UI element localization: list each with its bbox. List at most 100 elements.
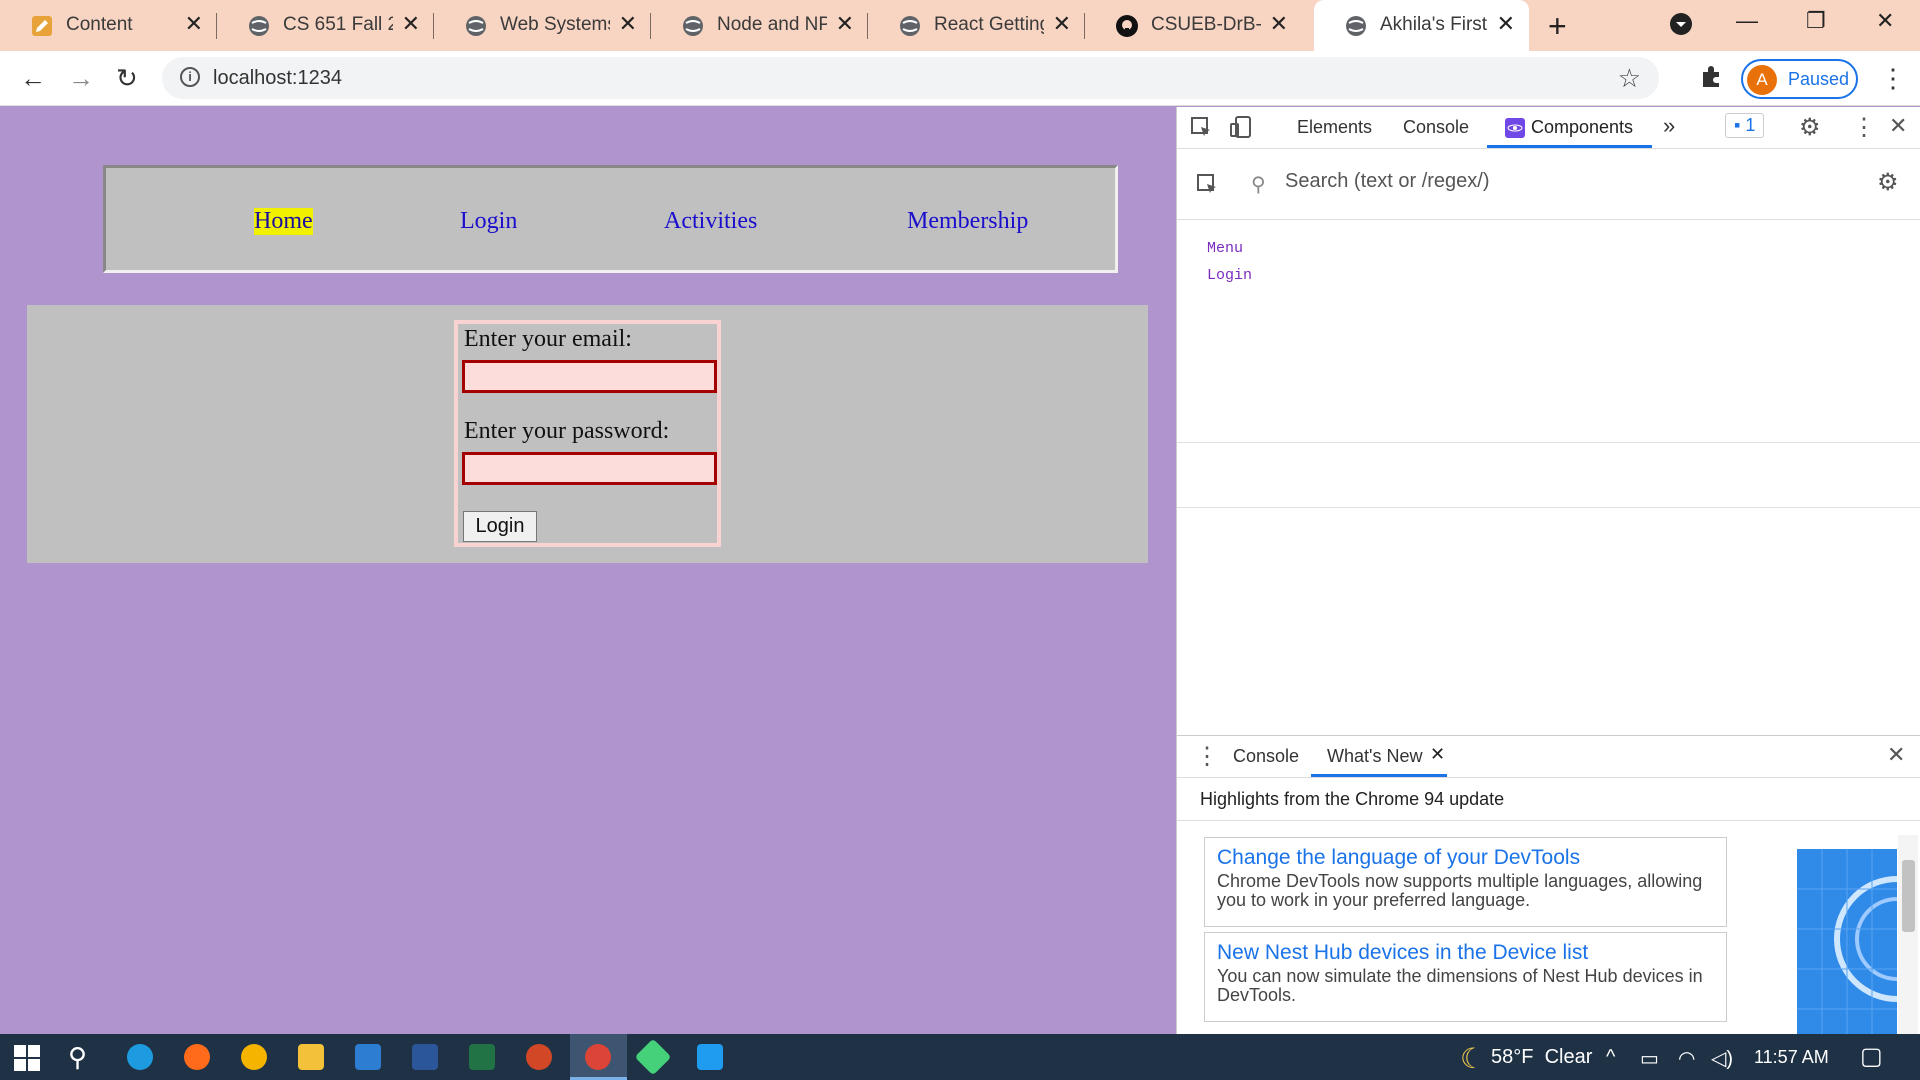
- tab-label: Web Systems M: [500, 14, 610, 35]
- card-title[interactable]: Change the language of your DevTools: [1217, 846, 1714, 870]
- drawer-menu-icon[interactable]: ⋮: [1195, 742, 1219, 771]
- menu-kebab-icon[interactable]: ⋮: [1880, 63, 1906, 94]
- bookmark-star-icon[interactable]: ☆: [1618, 63, 1641, 94]
- excel-icon[interactable]: [469, 1044, 495, 1070]
- search-input[interactable]: Search (text or /regex/): [1285, 170, 1490, 193]
- card-title[interactable]: New Nest Hub devices in the Device list: [1217, 941, 1714, 965]
- search-icon[interactable]: ⚲: [68, 1042, 87, 1073]
- inspect-element-icon[interactable]: [1189, 115, 1213, 144]
- reload-icon[interactable]: ↻: [116, 63, 138, 94]
- minimize-icon[interactable]: —: [1736, 8, 1758, 34]
- whats-new-card[interactable]: New Nest Hub devices in the Device list …: [1204, 932, 1727, 1022]
- select-component-icon[interactable]: [1195, 172, 1219, 201]
- chrome-icon[interactable]: [241, 1044, 267, 1070]
- more-tabs-icon[interactable]: »: [1663, 113, 1675, 139]
- browser-tab-active[interactable]: Akhila's First Re ✕: [1314, 0, 1529, 51]
- info-icon[interactable]: i: [180, 67, 200, 87]
- globe-icon: [464, 14, 488, 38]
- settings-gear-icon[interactable]: ⚙: [1877, 168, 1899, 197]
- close-window-icon[interactable]: ✕: [1876, 8, 1894, 34]
- tab-search-icon[interactable]: [1669, 12, 1693, 42]
- browser-tab[interactable]: Node and NPM ✕: [651, 0, 868, 51]
- drawer-tab-console[interactable]: Console: [1233, 746, 1299, 767]
- powerpoint-icon[interactable]: [526, 1044, 552, 1070]
- close-icon[interactable]: ✕: [1270, 13, 1288, 35]
- component-tree: Menu Login: [1207, 235, 1252, 289]
- firefox-icon[interactable]: [184, 1044, 210, 1070]
- wifi-icon[interactable]: ◠: [1678, 1046, 1695, 1071]
- active-tab-indicator: [1311, 774, 1447, 777]
- avatar: A: [1747, 65, 1777, 95]
- globe-icon: [1344, 14, 1368, 38]
- close-devtools-icon[interactable]: ✕: [1889, 113, 1907, 139]
- tab-console[interactable]: Console: [1403, 117, 1469, 138]
- store-icon[interactable]: [355, 1044, 381, 1070]
- tab-label: React Getting S: [934, 14, 1044, 35]
- whats-new-card[interactable]: Change the language of your DevTools Chr…: [1204, 837, 1727, 927]
- close-drawer-icon[interactable]: ✕: [1887, 742, 1905, 768]
- close-icon[interactable]: ✕: [1497, 13, 1515, 35]
- chevron-up-icon[interactable]: ^: [1606, 1046, 1615, 1069]
- divider: [1177, 820, 1920, 821]
- promo-image: [1797, 849, 1920, 1035]
- clock-time[interactable]: 11:57 AM: [1754, 1047, 1829, 1068]
- component-search-bar: ⚲ Search (text or /regex/) ⚙: [1177, 150, 1920, 220]
- nav-link-membership[interactable]: Membership: [907, 208, 1028, 235]
- windows-start-icon[interactable]: [14, 1045, 40, 1076]
- devtools-menu-icon[interactable]: ⋮: [1852, 113, 1876, 142]
- extensions-icon[interactable]: [1699, 63, 1725, 96]
- close-tab-icon[interactable]: ✕: [1430, 744, 1445, 765]
- close-icon[interactable]: ✕: [836, 13, 854, 35]
- file-explorer-icon[interactable]: [298, 1044, 324, 1070]
- profile-button[interactable]: A Paused: [1741, 59, 1858, 99]
- nav-link-login[interactable]: Login: [460, 208, 517, 235]
- new-tab-button[interactable]: +: [1548, 8, 1567, 45]
- settings-gear-icon[interactable]: ⚙: [1799, 113, 1821, 142]
- password-label: Enter your password:: [464, 418, 670, 444]
- browser-tab[interactable]: Web Systems M ✕: [434, 0, 651, 51]
- back-icon[interactable]: ←: [20, 63, 46, 94]
- word-icon[interactable]: [412, 1044, 438, 1070]
- notification-icon[interactable]: ▢: [1860, 1042, 1883, 1071]
- weather-moon-icon[interactable]: ☾: [1460, 1042, 1485, 1075]
- volume-icon[interactable]: ◁): [1711, 1046, 1733, 1071]
- drawer-tab-whats-new[interactable]: What's New: [1327, 746, 1422, 767]
- restore-icon[interactable]: ❐: [1806, 8, 1826, 34]
- close-icon[interactable]: ✕: [1053, 13, 1071, 35]
- pencil-icon: [30, 14, 54, 38]
- login-button[interactable]: Login: [463, 511, 537, 542]
- weather-text[interactable]: 58°F Clear: [1491, 1046, 1592, 1069]
- browser-tab[interactable]: React Getting S ✕: [868, 0, 1085, 51]
- forward-icon[interactable]: →: [68, 63, 94, 94]
- chrome-active-icon[interactable]: [570, 1034, 627, 1080]
- battery-icon[interactable]: ▭: [1640, 1046, 1659, 1071]
- tab-components[interactable]: Components: [1531, 117, 1633, 138]
- page-viewport: Home Login Activities Membership Enter y…: [0, 107, 1175, 1034]
- browser-tab[interactable]: Content ✕: [0, 0, 217, 51]
- windows-taskbar: ⚲ ☾ 58°F Clear ^ ▭ ◠ ◁) 11:57 AM ▢: [0, 1034, 1920, 1080]
- tab-strip: Content ✕ CS 651 Fall 202 ✕ Web Systems …: [0, 0, 1920, 51]
- message-icon: ▪: [1734, 115, 1741, 135]
- issues-badge[interactable]: ▪ 1: [1725, 113, 1765, 138]
- drawer-tabbar: ⋮ Console What's New ✕ ✕: [1177, 736, 1920, 778]
- tree-item-login[interactable]: Login: [1207, 262, 1252, 289]
- device-toolbar-icon[interactable]: [1229, 115, 1253, 144]
- nav-link-activities[interactable]: Activities: [664, 208, 757, 235]
- close-icon[interactable]: ✕: [619, 13, 637, 35]
- close-icon[interactable]: ✕: [402, 13, 420, 35]
- card-description: Chrome DevTools now supports multiple la…: [1217, 871, 1703, 910]
- browser-tab[interactable]: CSUEB-DrB-CS ✕: [1085, 0, 1302, 51]
- highlights-heading: Highlights from the Chrome 94 update: [1200, 789, 1505, 809]
- email-field[interactable]: [462, 360, 717, 393]
- nav-link-home[interactable]: Home: [254, 208, 313, 235]
- vscode-icon[interactable]: [697, 1044, 723, 1070]
- tree-item-menu[interactable]: Menu: [1207, 235, 1252, 262]
- tab-elements[interactable]: Elements: [1297, 117, 1372, 138]
- edge-icon[interactable]: [127, 1044, 153, 1070]
- scrollbar-thumb[interactable]: [1902, 860, 1915, 932]
- address-bar[interactable]: i localhost:1234 ☆: [162, 57, 1659, 99]
- browser-tab[interactable]: CS 651 Fall 202 ✕: [217, 0, 434, 51]
- close-icon[interactable]: ✕: [185, 13, 203, 35]
- git-icon[interactable]: [634, 1038, 672, 1076]
- password-field[interactable]: [462, 452, 717, 485]
